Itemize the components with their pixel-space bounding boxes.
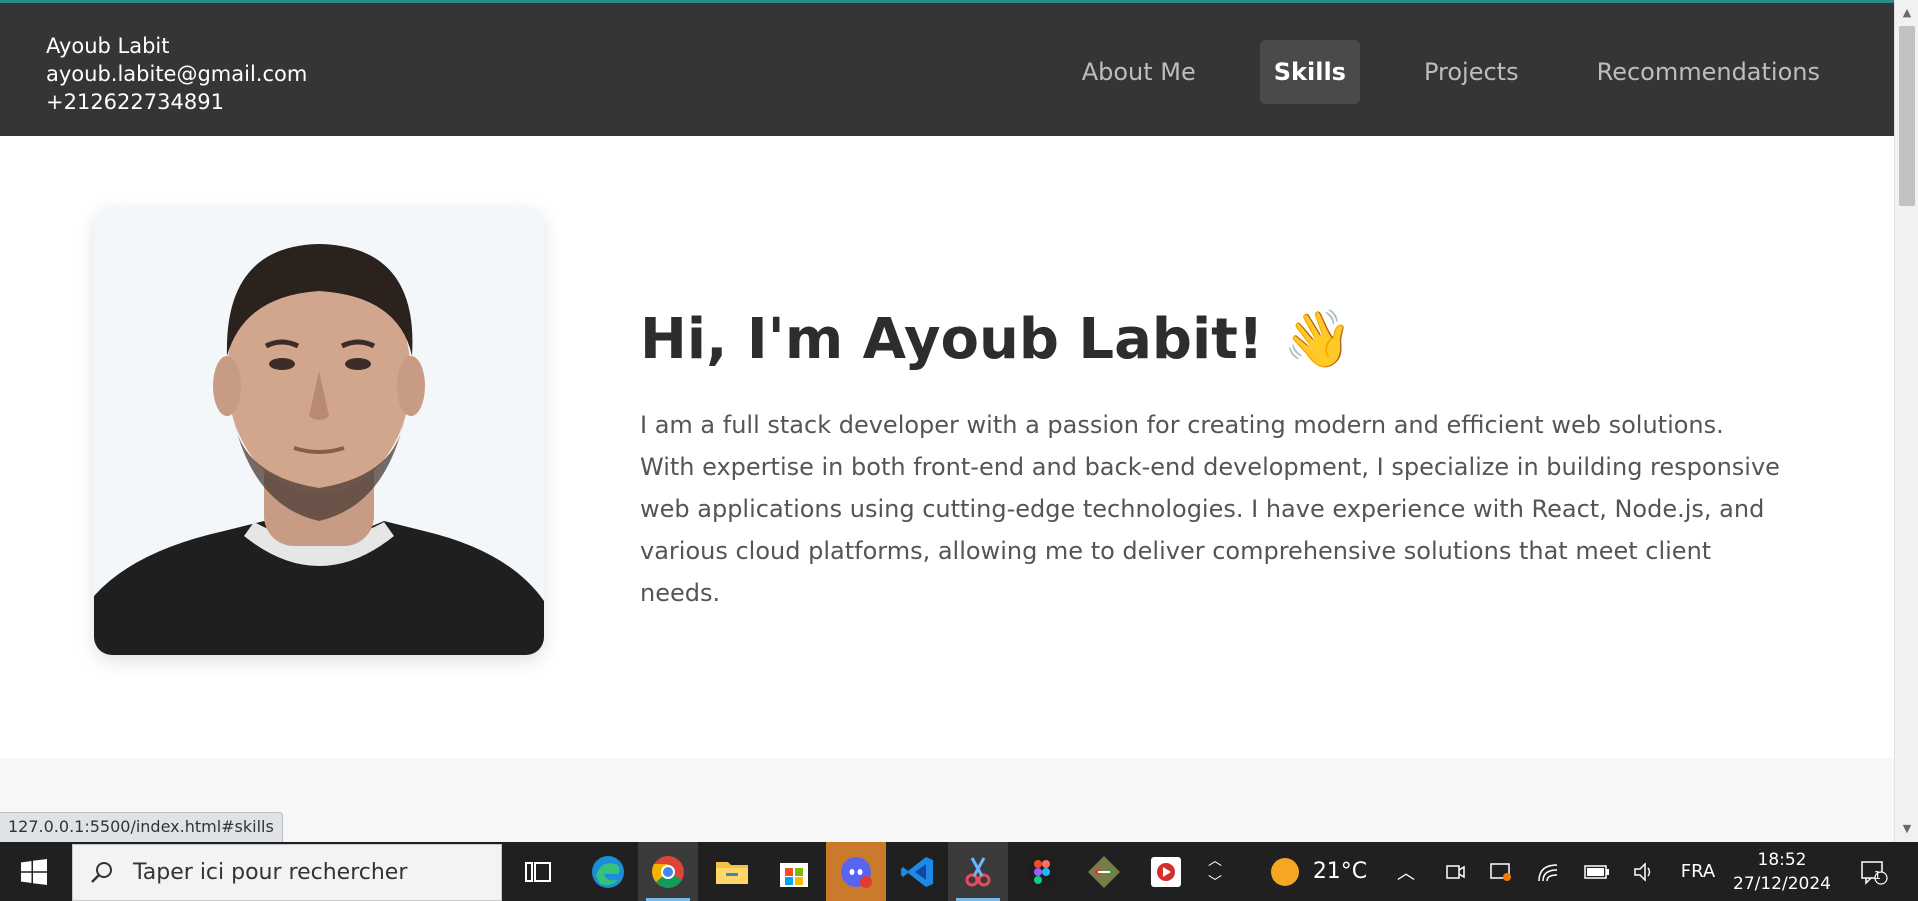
contact-name: Ayoub Labit [46,34,170,58]
chevron-up-icon[interactable]: ︿ [1392,842,1420,901]
chevron-down-icon[interactable]: ﹀ [1208,872,1222,894]
site-header: Ayoub Labit ayoub.labite@gmail.com +2126… [0,0,1894,136]
scroll-thumb[interactable] [1899,26,1915,206]
nav-recommendations[interactable]: Recommendations [1583,40,1834,104]
contact-phone[interactable]: +212622734891 [46,88,307,116]
page-scrollbar[interactable]: ▲ ▼ [1894,0,1918,842]
taskbar-scroll-arrows[interactable]: ︿ ﹀ [1204,842,1226,901]
snipping-tool-icon[interactable] [948,842,1008,901]
weather-temperature: 21°C [1312,859,1368,884]
hero-section: Hi, I'm Ayoub Labit! 👋 I am a full stack… [0,136,1894,758]
clock-date: 27/12/2024 [1733,873,1831,894]
browser-viewport: Ayoub Labit ayoub.labite@gmail.com +2126… [0,0,1894,842]
wifi-icon[interactable] [1534,842,1564,901]
clock-time: 18:52 [1757,849,1807,870]
link-status-bar: 127.0.0.1:5500/index.html#skills [0,812,283,842]
volume-icon[interactable] [1630,842,1660,901]
discord-icon[interactable] [826,842,886,901]
profile-photo [94,206,544,655]
battery-icon[interactable] [1582,842,1612,901]
scroll-down-arrow-icon[interactable]: ▼ [1900,822,1914,836]
meet-now-icon[interactable] [1440,842,1470,901]
next-section-preview [0,758,1894,842]
sun-icon [1270,857,1299,886]
chrome-icon[interactable] [638,842,698,901]
hero-description: I am a full stack developer with a passi… [640,411,1780,607]
search-placeholder: Taper ici pour rechercher [133,860,408,885]
git-icon[interactable] [1074,842,1134,901]
nav-projects[interactable]: Projects [1410,40,1533,104]
store-icon[interactable] [764,842,824,901]
task-view-icon[interactable] [508,842,568,901]
language-indicator[interactable]: FRA [1676,842,1720,901]
vscode-icon[interactable] [888,842,948,901]
figma-icon[interactable] [1012,842,1072,901]
edge-icon[interactable] [578,842,638,901]
main-nav: About Me Skills Projects Recommendations [1018,40,1834,104]
sync-icon[interactable] [1486,842,1516,901]
media-player-icon[interactable] [1136,842,1196,901]
chevron-up-icon[interactable]: ︿ [1208,850,1222,872]
windows-start-icon[interactable] [0,842,68,901]
taskbar-search-box[interactable]: Taper ici pour rechercher [72,844,502,901]
search-icon [91,861,112,883]
contact-email[interactable]: ayoub.labite@gmail.com [46,60,307,88]
system-clock[interactable]: 18:52 27/12/2024 [1732,842,1832,901]
file-explorer-icon[interactable] [702,842,762,901]
notification-count: 1 [1874,869,1881,882]
nav-skills[interactable]: Skills [1259,40,1360,104]
nav-about-me[interactable]: About Me [1068,40,1210,104]
notification-center-icon[interactable]: 1 [1852,842,1896,901]
weather-widget[interactable]: 21°C [1258,842,1378,901]
contact-info: Ayoub Labit ayoub.labite@gmail.com +2126… [46,32,307,116]
hero-title: Hi, I'm Ayoub Labit! 👋 [640,307,1353,372]
windows-taskbar: Taper ici pour rechercher ︿ ﹀ 21°C ︿ FRA… [0,842,1918,901]
scroll-up-arrow-icon[interactable]: ▲ [1900,6,1914,20]
